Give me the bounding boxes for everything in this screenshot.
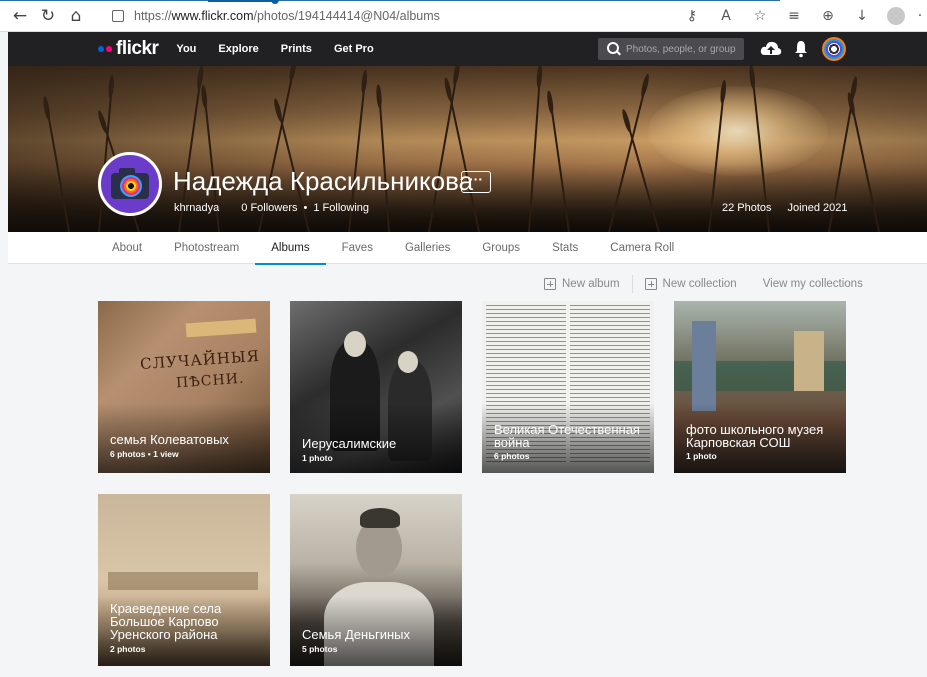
tab-camera-roll[interactable]: Camera Roll [594, 232, 690, 264]
album-card[interactable]: Великая Отечественная война 6 photos [482, 301, 654, 473]
photo-count: 22 Photos [722, 202, 772, 214]
profile-avatar[interactable] [98, 152, 162, 216]
collections-icon[interactable]: ⊕ [811, 0, 845, 32]
username: khrnadya [174, 202, 220, 214]
album-meta: 6 photos • 1 view [110, 449, 179, 459]
address-bar[interactable]: https://www.flickr.com/photos/194144414@… [112, 4, 692, 28]
nav-get-pro[interactable]: Get Pro [334, 43, 374, 55]
flickr-logo[interactable]: flickr [98, 32, 159, 66]
tab-photostream[interactable]: Photostream [158, 232, 255, 264]
museum-cloth [692, 321, 716, 411]
profile-stats: 22 Photos Joined 2021 [722, 202, 864, 214]
tab-stats[interactable]: Stats [536, 232, 594, 264]
book-title-line2: ПѢСНИ. [175, 370, 245, 392]
museum-item [794, 331, 824, 391]
tab-about[interactable]: About [96, 232, 158, 264]
followers-link[interactable]: 0 Followers [241, 202, 297, 214]
bell-icon[interactable] [794, 40, 808, 58]
refresh-icon[interactable]: ↻ [34, 2, 62, 30]
lock-icon[interactable] [112, 10, 124, 22]
search-input[interactable] [626, 43, 736, 55]
browser-toolbar: ← ↻ ⌂ https://www.flickr.com/photos/1941… [0, 0, 927, 32]
album-title[interactable]: семья Колеватовых [110, 433, 270, 446]
book-label [185, 318, 257, 338]
nav-you[interactable]: You [176, 43, 196, 55]
flickr-top-nav: flickr You Explore Prints Get Pro [8, 32, 927, 66]
album-title[interactable]: Семья Деньгиных [302, 628, 462, 641]
url-text[interactable]: https://www.flickr.com/photos/194144414@… [134, 9, 440, 23]
album-meta: 1 photo [302, 453, 333, 463]
view-collections-link[interactable]: View my collections [763, 278, 863, 290]
village-strip [108, 572, 258, 590]
home-icon[interactable]: ⌂ [62, 2, 90, 30]
search-icon[interactable] [606, 41, 622, 57]
read-aloud-icon[interactable]: A [709, 0, 743, 32]
following-link[interactable]: 1 Following [313, 202, 369, 214]
logo-text: flickr [116, 38, 159, 59]
meta-separator: • [303, 202, 308, 214]
favorite-icon[interactable]: ☆ [743, 0, 777, 32]
profile-icon[interactable] [879, 0, 913, 32]
album-meta: 2 photos [110, 644, 146, 654]
album-meta: 1 photo [686, 451, 717, 461]
album-card[interactable]: фото школьного музея Карповская СОШ 1 ph… [674, 301, 846, 473]
nav-explore[interactable]: Explore [218, 43, 258, 55]
album-meta: 5 photos [302, 644, 338, 654]
album-card[interactable]: СЛУЧАЙНЫЯ ПѢСНИ. семья Колеватовых 6 pho… [98, 301, 270, 473]
logo-dot-pink [106, 46, 112, 52]
new-album-icon[interactable] [544, 278, 556, 290]
album-card[interactable]: Семья Деньгиных 5 photos [290, 494, 462, 666]
album-actions: New album New collection View my collect… [544, 275, 863, 293]
nav-prints[interactable]: Prints [281, 43, 312, 55]
downloads-icon[interactable]: ↓ [845, 0, 879, 32]
tab-groups[interactable]: Groups [466, 232, 536, 264]
key-icon[interactable]: ⚷ [675, 0, 709, 32]
upload-icon[interactable] [760, 39, 782, 59]
tab-faves[interactable]: Faves [326, 232, 389, 264]
active-tab-indicator [208, 0, 279, 4]
photo-face [398, 351, 418, 373]
joined-date: Joined 2021 [787, 202, 848, 214]
logo-dot-blue [98, 46, 104, 52]
browser-actions: ⚷ A ☆ ≡ ⊕ ↓ · [675, 0, 927, 32]
album-title[interactable]: Иерусалимские [302, 437, 462, 450]
more-icon[interactable]: · [913, 0, 927, 32]
photo-face [344, 331, 366, 357]
user-avatar-icon[interactable] [822, 37, 846, 61]
album-title[interactable]: фото школьного музея Карповская СОШ [686, 423, 846, 449]
album-meta: 6 photos [494, 451, 530, 461]
album-title[interactable]: Краеведение села Большое Карпово Уренско… [110, 602, 270, 641]
actions-divider [631, 275, 633, 293]
album-card[interactable]: Краеведение села Большое Карпово Уренско… [98, 494, 270, 666]
new-collection-link[interactable]: New collection [663, 278, 737, 290]
favorites-list-icon[interactable]: ≡ [777, 0, 811, 32]
new-collection-icon[interactable] [644, 278, 657, 290]
book-title-line1: СЛУЧАЙНЫЯ [139, 346, 261, 374]
profile-meta: khrnadya 0 Followers • 1 Following [174, 202, 391, 214]
more-options-button[interactable]: ··· [461, 171, 491, 193]
profile-tabs: About Photostream Albums Faves Galleries… [8, 232, 927, 265]
tab-albums[interactable]: Albums [255, 232, 326, 265]
profile-name: Надежда Красильникова [173, 166, 474, 196]
back-arrow-icon[interactable]: ← [6, 2, 34, 30]
search-box[interactable] [598, 38, 744, 60]
tab-galleries[interactable]: Galleries [389, 232, 466, 264]
album-card[interactable]: Иерусалимские 1 photo [290, 301, 462, 473]
album-title[interactable]: Великая Отечественная война [494, 423, 654, 449]
new-album-link[interactable]: New album [562, 278, 620, 290]
tab-strip-line [0, 0, 780, 1]
portrait-hair [360, 508, 400, 528]
